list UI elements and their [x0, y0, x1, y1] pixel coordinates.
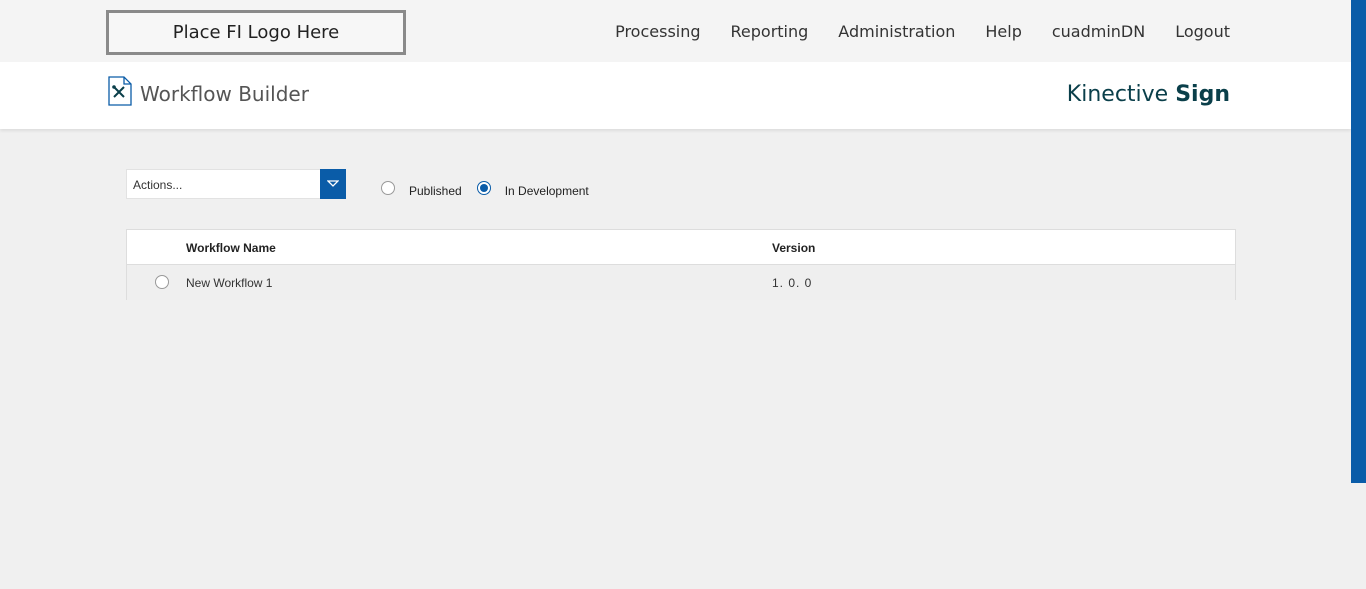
nav-processing[interactable]: Processing — [615, 22, 700, 41]
nav-reporting[interactable]: Reporting — [731, 22, 809, 41]
actions-label: Actions... — [133, 178, 183, 192]
nav-user[interactable]: cuadminDN — [1052, 22, 1145, 41]
brand-logo: Kinective Sign — [1067, 82, 1230, 107]
radio-published[interactable] — [381, 181, 395, 195]
radio-in-development-label: In Development — [504, 184, 589, 198]
workflow-table: Workflow Name Version New Workflow 1 1. … — [126, 229, 1236, 300]
workflow-version: 1. 0. 0 — [772, 276, 813, 290]
radio-published-label: Published — [409, 184, 462, 198]
column-header-version: Version — [772, 241, 816, 255]
nav-help[interactable]: Help — [985, 22, 1021, 41]
nav-logout[interactable]: Logout — [1175, 22, 1230, 41]
workflow-name: New Workflow 1 — [186, 276, 273, 290]
top-bar: Place FI Logo Here Processing Reporting … — [0, 0, 1351, 62]
table-row[interactable]: New Workflow 1 1. 0. 0 — [127, 265, 1235, 300]
table-header: Workflow Name Version — [127, 230, 1235, 265]
nav-administration[interactable]: Administration — [838, 22, 955, 41]
page-title: Workflow Builder — [140, 82, 309, 106]
status-filter: Published In Development — [381, 178, 589, 198]
page-scrollbar[interactable] — [1351, 0, 1366, 589]
workflow-tools-icon — [108, 76, 132, 106]
logo-text: Place FI Logo Here — [172, 22, 340, 43]
radio-in-development[interactable] — [476, 181, 491, 195]
top-nav: Processing Reporting Administration Help… — [615, 22, 1230, 41]
scrollbar-thumb[interactable] — [1351, 0, 1366, 483]
actions-dropdown[interactable]: Actions... — [126, 169, 346, 199]
fi-logo-placeholder: Place FI Logo Here — [106, 10, 406, 55]
page-header: Workflow Builder Kinective Sign — [0, 62, 1351, 129]
brand-bold: Sign — [1175, 82, 1230, 107]
chevron-down-icon[interactable] — [320, 169, 346, 199]
brand-light: Kinective — [1066, 82, 1169, 107]
column-header-name: Workflow Name — [186, 241, 276, 255]
row-select-radio[interactable] — [155, 275, 169, 289]
